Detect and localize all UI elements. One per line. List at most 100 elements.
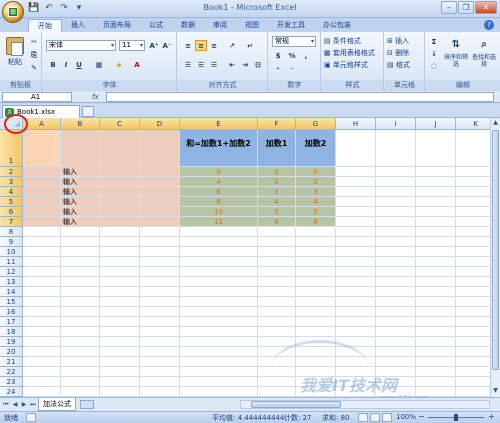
cell-d6[interactable] xyxy=(140,207,180,217)
cell-k1[interactable] xyxy=(456,130,490,167)
cell-g4[interactable]: 3 xyxy=(296,187,336,197)
percent-button[interactable]: % xyxy=(286,50,298,61)
cell-e12[interactable] xyxy=(180,267,258,277)
cell-e21[interactable] xyxy=(180,357,258,367)
cell-h1[interactable] xyxy=(336,130,376,167)
cell-a19[interactable] xyxy=(23,337,61,347)
cell-j10[interactable] xyxy=(416,247,456,257)
restore-button[interactable]: ❐ xyxy=(458,1,474,14)
cell-a11[interactable] xyxy=(23,257,61,267)
cell-h13[interactable] xyxy=(336,277,376,287)
column-header-b[interactable]: B xyxy=(61,118,100,130)
cell-g17[interactable] xyxy=(296,317,336,327)
cell-b19[interactable] xyxy=(61,337,100,347)
cell-a22[interactable] xyxy=(23,367,61,377)
grow-font-button[interactable]: A⁺ xyxy=(148,40,160,51)
column-header-f[interactable]: F xyxy=(258,118,296,130)
cell-k9[interactable] xyxy=(456,237,490,247)
align-middle-icon[interactable]: ≡ xyxy=(195,40,207,51)
cell-f11[interactable] xyxy=(258,257,296,267)
cell-d22[interactable] xyxy=(140,367,180,377)
cell-i10[interactable] xyxy=(376,247,416,257)
close-button[interactable]: ✕ xyxy=(475,1,497,14)
cell-f14[interactable] xyxy=(258,287,296,297)
cell-a18[interactable] xyxy=(23,327,61,337)
cell-e5[interactable]: 8 xyxy=(180,197,258,207)
cell-c9[interactable] xyxy=(100,237,140,247)
cell-d20[interactable] xyxy=(140,347,180,357)
cell-b22[interactable] xyxy=(61,367,100,377)
fill-icon[interactable]: ↓ xyxy=(428,48,440,59)
cell-e15[interactable] xyxy=(180,297,258,307)
cell-d21[interactable] xyxy=(140,357,180,367)
cell-a24[interactable] xyxy=(23,387,61,397)
vertical-scrollbar[interactable]: ▲ ▼ xyxy=(490,118,500,397)
cell-h10[interactable] xyxy=(336,247,376,257)
cell-g8[interactable] xyxy=(296,227,336,237)
worksheet-grid[interactable]: A B C D E F G H I J K 1 2 3 4 5 6 7 8 9 10 11 12 13 14 15 16 17 18 19… xyxy=(0,118,490,397)
cell-e4[interactable]: 6 xyxy=(180,187,258,197)
cell-b11[interactable] xyxy=(61,257,100,267)
next-sheet-icon[interactable]: ▶ xyxy=(20,400,28,409)
conditional-format-button[interactable]: ▤ 条件格式 xyxy=(324,36,382,47)
cell-h18[interactable] xyxy=(336,327,376,337)
cell-c22[interactable] xyxy=(100,367,140,377)
row-header-15[interactable]: 15 xyxy=(0,297,23,307)
cell-e6[interactable]: 10 xyxy=(180,207,258,217)
cell-g14[interactable] xyxy=(296,287,336,297)
cell-i21[interactable] xyxy=(376,357,416,367)
find-select-button[interactable]: 查找和选择 xyxy=(470,54,498,68)
cell-i5[interactable] xyxy=(376,197,416,207)
cell-i2[interactable] xyxy=(376,167,416,177)
cell-h3[interactable] xyxy=(336,177,376,187)
vertical-scroll-thumb[interactable] xyxy=(492,130,499,370)
cell-d9[interactable] xyxy=(140,237,180,247)
cell-d17[interactable] xyxy=(140,317,180,327)
cell-i14[interactable] xyxy=(376,287,416,297)
cell-i8[interactable] xyxy=(376,227,416,237)
column-header-e[interactable]: E xyxy=(180,118,258,130)
cell-g6[interactable]: 5 xyxy=(296,207,336,217)
fill-color-icon[interactable]: ◈ xyxy=(113,59,125,70)
column-header-k[interactable]: K xyxy=(456,118,490,130)
cell-b14[interactable] xyxy=(61,287,100,297)
cell-f13[interactable] xyxy=(258,277,296,287)
cell-j9[interactable] xyxy=(416,237,456,247)
merge-center-icon[interactable]: ⊟ xyxy=(252,59,264,70)
cell-b9[interactable] xyxy=(61,237,100,247)
comma-button[interactable]: , xyxy=(300,50,312,61)
cell-c17[interactable] xyxy=(100,317,140,327)
cell-i18[interactable] xyxy=(376,327,416,337)
cell-f5[interactable]: 4 xyxy=(258,197,296,207)
cell-j17[interactable] xyxy=(416,317,456,327)
paste-icon[interactable] xyxy=(6,37,24,56)
cell-k10[interactable] xyxy=(456,247,490,257)
cell-f18[interactable] xyxy=(258,327,296,337)
row-header-17[interactable]: 17 xyxy=(0,317,23,327)
cell-k23[interactable] xyxy=(456,377,490,387)
border-icon[interactable]: ▦ xyxy=(93,59,105,70)
align-left-icon[interactable]: ☰ xyxy=(182,59,194,70)
align-center-icon[interactable]: ☰ xyxy=(195,59,207,70)
cell-f12[interactable] xyxy=(258,267,296,277)
column-header-c[interactable]: C xyxy=(100,118,140,130)
cell-f7[interactable]: 6 xyxy=(258,217,296,227)
cell-j22[interactable] xyxy=(416,367,456,377)
tab-data[interactable]: 数据 xyxy=(172,19,204,32)
cell-k18[interactable] xyxy=(456,327,490,337)
last-sheet-icon[interactable]: ⏭ xyxy=(29,400,37,409)
cell-d11[interactable] xyxy=(140,257,180,267)
cell-styles-button[interactable]: ▣ 单元格样式 xyxy=(324,60,382,71)
cell-h17[interactable] xyxy=(336,317,376,327)
cell-c14[interactable] xyxy=(100,287,140,297)
cell-c3[interactable] xyxy=(100,177,140,187)
cell-a9[interactable] xyxy=(23,237,61,247)
cell-c16[interactable] xyxy=(100,307,140,317)
cell-b24[interactable] xyxy=(61,387,100,397)
cell-j14[interactable] xyxy=(416,287,456,297)
cell-b21[interactable] xyxy=(61,357,100,367)
cell-c19[interactable] xyxy=(100,337,140,347)
cell-d16[interactable] xyxy=(140,307,180,317)
prev-sheet-icon[interactable]: ◀ xyxy=(11,400,19,409)
row-header-2[interactable]: 2 xyxy=(0,167,23,177)
